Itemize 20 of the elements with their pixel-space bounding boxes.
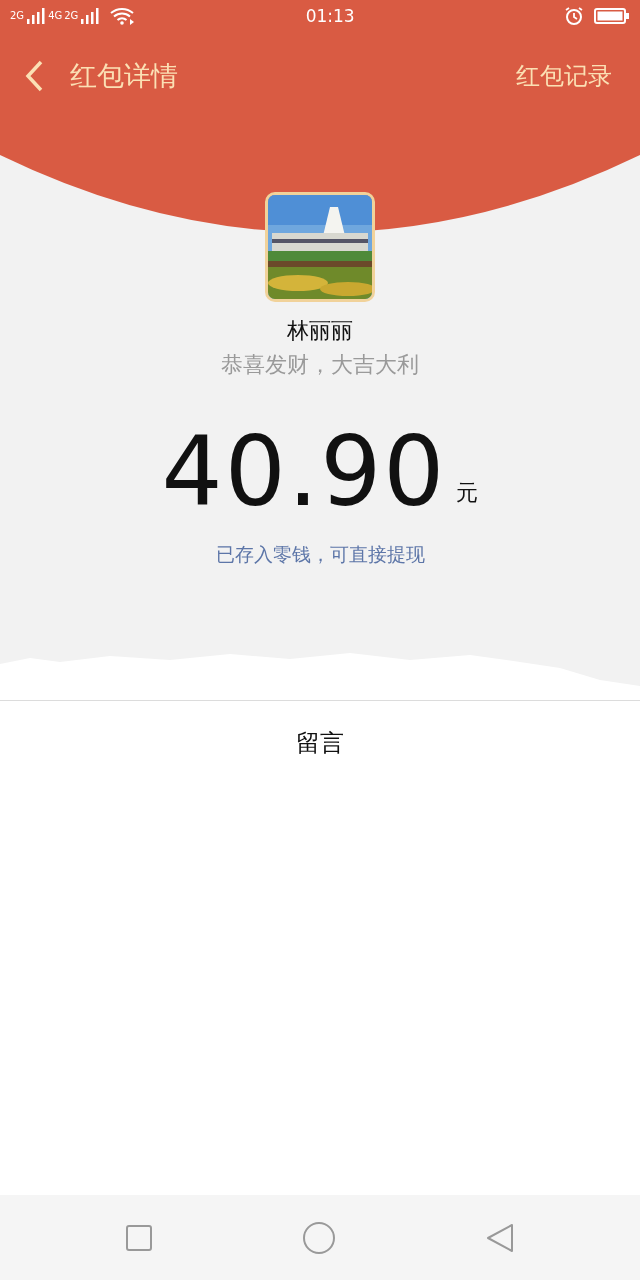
message-heading: 留言 [296,728,344,759]
currency-unit: 元 [456,479,479,507]
status-time: 01:13 [304,6,356,26]
network-label: 2G [10,11,25,21]
network-label: 4G [48,11,63,21]
network-label: 2G [64,11,79,21]
battery-icon [594,7,630,25]
alarm-clock-icon [564,6,584,26]
back-button[interactable] [24,59,44,93]
signal-icon [80,8,101,24]
recent-apps-button[interactable] [124,1223,153,1252]
greeting-text: 恭喜发财，大吉大利 [221,351,419,379]
records-link[interactable]: 红包记录 [516,60,612,92]
nav-back-button[interactable] [485,1222,516,1253]
amount-value: 40.90 [161,424,447,520]
home-button[interactable] [302,1220,336,1255]
deposit-note: 已存入零钱，可直接提现 [215,542,425,567]
page-title: 红包详情 [70,59,179,93]
sender-name: 林丽丽 [287,317,353,345]
signal-icon [26,8,47,24]
